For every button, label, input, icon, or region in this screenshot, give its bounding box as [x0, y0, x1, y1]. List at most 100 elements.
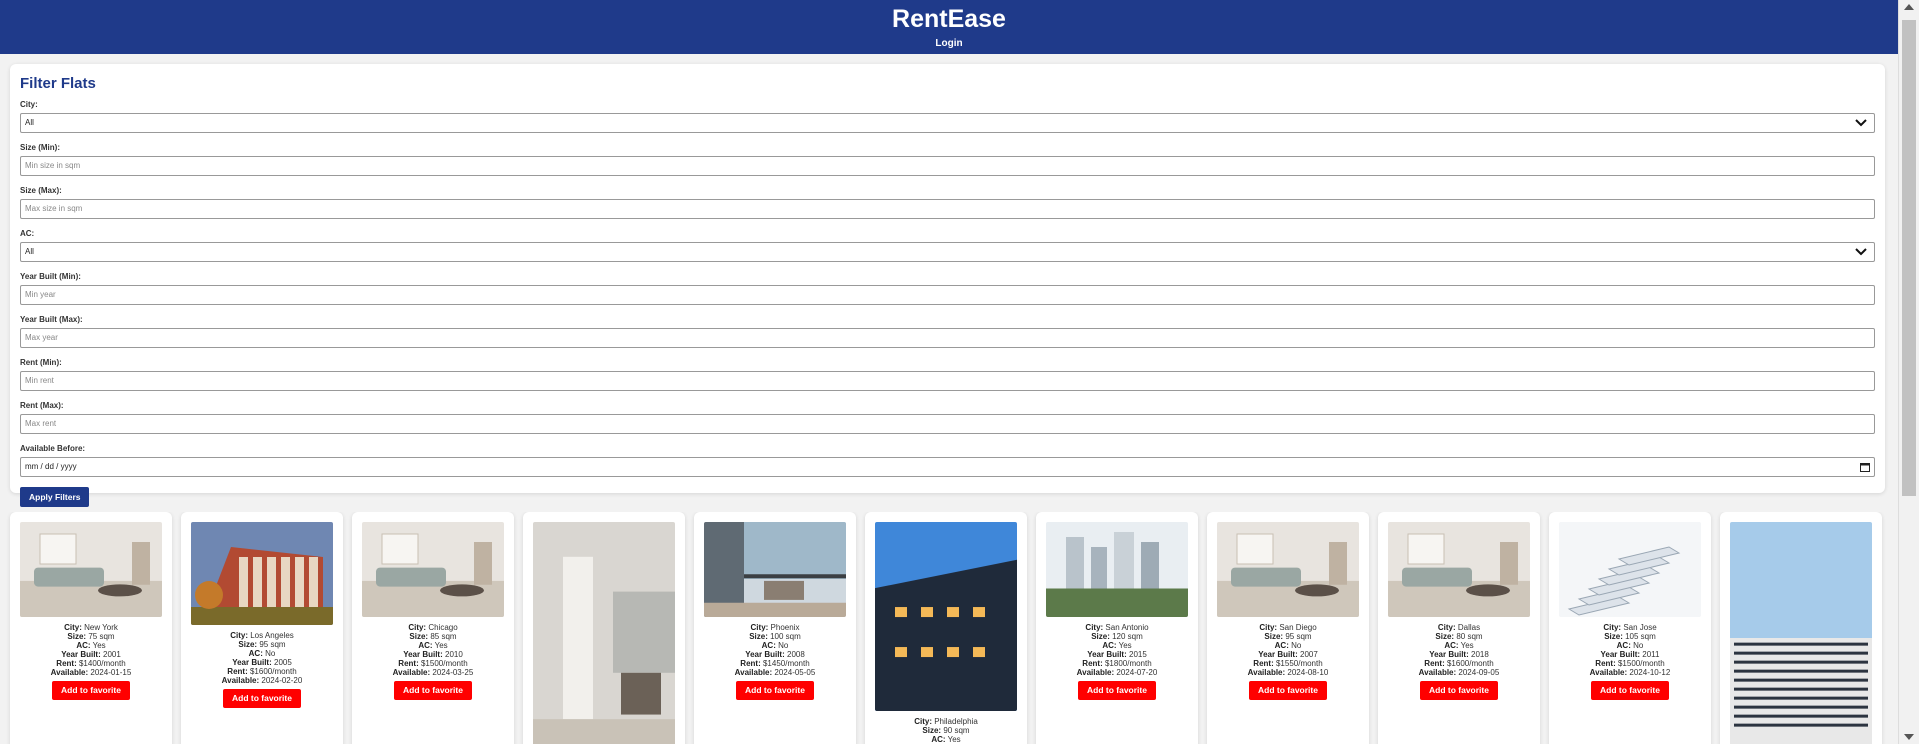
- scroll-thumb[interactable]: [1902, 20, 1916, 496]
- flat-card: [523, 512, 685, 744]
- flat-rent-row: Rent: $1600/month: [181, 667, 343, 676]
- flat-ac-row: AC: Yes: [1036, 641, 1198, 650]
- flat-city-row: City: Dallas: [1378, 623, 1540, 632]
- flat-size-value: 80 sqm: [1454, 632, 1483, 641]
- flat-size-value: 95 sqm: [257, 640, 286, 649]
- city-label: City:: [20, 100, 38, 109]
- flat-available-label: Available:: [221, 676, 260, 685]
- flat-size-row: Size: 75 sqm: [10, 632, 172, 641]
- city-select[interactable]: All: [20, 113, 1875, 133]
- flat-city-label: City:: [64, 623, 82, 632]
- flat-available-label: Available:: [1418, 668, 1457, 677]
- flat-city-row: City: Philadelphia: [865, 717, 1027, 726]
- flat-rent-label: Rent:: [1595, 659, 1616, 668]
- flat-available-value: 2024-03-25: [430, 668, 474, 677]
- flat-year-value: 2007: [1297, 650, 1318, 659]
- flat-photo: [533, 522, 675, 744]
- scroll-down-arrow-icon[interactable]: [1904, 734, 1914, 740]
- flat-size-label: Size:: [409, 632, 429, 641]
- flat-size-value: 120 sqm: [1109, 632, 1143, 641]
- calendar-icon[interactable]: [1860, 462, 1870, 472]
- flat-photo: [1388, 522, 1530, 617]
- rent-min-input[interactable]: Min rent: [20, 371, 1875, 391]
- flat-available-value: 2024-07-20: [1114, 668, 1158, 677]
- add-to-favorite-button[interactable]: Add to favorite: [52, 681, 130, 700]
- flat-available-label: Available:: [1247, 668, 1286, 677]
- flat-rent-value: $1500/month: [1615, 659, 1665, 668]
- flat-photo: [1559, 522, 1701, 617]
- size-min-label: Size (Min):: [20, 143, 60, 152]
- flat-rent-row: Rent: $1550/month: [1207, 659, 1369, 668]
- flat-ac-label: AC:: [761, 641, 776, 650]
- chevron-down-icon: [1855, 119, 1867, 127]
- year-max-label: Year Built (Max):: [20, 315, 83, 324]
- flat-ac-value: Yes: [1458, 641, 1474, 650]
- flat-ac-row: AC: No: [1549, 641, 1711, 650]
- flat-city-label: City:: [1437, 623, 1456, 632]
- flat-rent-label: Rent:: [227, 667, 248, 676]
- flat-ac-label: AC:: [418, 641, 433, 650]
- flat-size-row: Size: 100 sqm: [694, 632, 856, 641]
- flat-available-row: Available: 2024-10-12: [1549, 668, 1711, 677]
- flat-size-row: Size: 120 sqm: [1036, 632, 1198, 641]
- flat-available-label: Available:: [1076, 668, 1115, 677]
- add-to-favorite-button[interactable]: Add to favorite: [223, 689, 301, 708]
- flat-available-value: 2024-10-12: [1627, 668, 1671, 677]
- flat-rent-row: Rent: $1500/month: [1549, 659, 1711, 668]
- flat-city-row: City: San Diego: [1207, 623, 1369, 632]
- login-link[interactable]: Login: [935, 38, 962, 49]
- flat-photo: [1217, 522, 1359, 617]
- flat-available-row: Available: 2024-02-20: [181, 676, 343, 685]
- flat-ac-value: Yes: [1116, 641, 1132, 650]
- ac-select[interactable]: All: [20, 242, 1875, 262]
- flat-size-value: 75 sqm: [86, 632, 115, 641]
- page-scrollbar[interactable]: [1898, 0, 1919, 744]
- flat-year-label: Year Built:: [61, 650, 101, 659]
- flat-size-row: Size: 105 sqm: [1549, 632, 1711, 641]
- flat-available-value: 2024-02-20: [259, 676, 303, 685]
- apply-filters-button[interactable]: Apply Filters: [20, 487, 90, 507]
- year-min-input[interactable]: Min year: [20, 285, 1875, 305]
- year-max-input[interactable]: Max year: [20, 328, 1875, 348]
- flat-city-label: City:: [914, 717, 932, 726]
- add-to-favorite-button[interactable]: Add to favorite: [1078, 681, 1156, 700]
- scroll-up-arrow-icon[interactable]: [1904, 4, 1914, 10]
- size-max-input[interactable]: Max size in sqm: [20, 199, 1875, 219]
- filter-panel: Filter Flats City: All Size (Min): Min s…: [10, 64, 1885, 507]
- available-before-input[interactable]: mm / dd / yyyy: [20, 457, 1875, 477]
- flat-rent-label: Rent:: [398, 659, 419, 668]
- flat-city-value: Chicago: [426, 623, 458, 632]
- flat-card: City: Los Angeles Size: 95 sqm AC: No Year …: [181, 512, 343, 744]
- rent-max-input[interactable]: Max rent: [20, 414, 1875, 434]
- flat-rent-label: Rent:: [1253, 659, 1274, 668]
- flat-city-label: City:: [1085, 623, 1104, 632]
- flat-city-row: City: Phoenix: [694, 623, 856, 632]
- site-header: RentEase Login: [0, 0, 1898, 54]
- flat-rent-value: $1600/month: [1444, 659, 1494, 668]
- flat-city-value: San Jose: [1621, 623, 1657, 632]
- flat-rent-label: Rent:: [740, 659, 761, 668]
- flat-year-row: Year Built: 2008: [694, 650, 856, 659]
- flat-available-label: Available:: [50, 668, 89, 677]
- flat-details: City: Phoenix Size: 100 sqm AC: No Year Bui…: [694, 623, 856, 700]
- add-to-favorite-button[interactable]: Add to favorite: [394, 681, 472, 700]
- flat-city-value: Dallas: [1455, 623, 1481, 632]
- add-to-favorite-button[interactable]: Add to favorite: [736, 681, 814, 700]
- flat-size-label: Size:: [1604, 632, 1623, 641]
- flat-year-row: Year Built: 2007: [1207, 650, 1369, 659]
- flat-year-label: Year Built:: [403, 650, 443, 659]
- flat-details: City: Dallas Size: 80 sqm AC: Yes Year Buil…: [1378, 623, 1540, 700]
- add-to-favorite-button[interactable]: Add to favorite: [1249, 681, 1327, 700]
- flat-size-value: 85 sqm: [428, 632, 457, 641]
- add-to-favorite-button[interactable]: Add to favorite: [1591, 681, 1669, 700]
- flat-size-label: Size:: [1435, 632, 1455, 641]
- flat-details: City: Philadelphia Size: 90 sqm AC: Yes: [865, 717, 1027, 744]
- flat-rent-row: Rent: $1600/month: [1378, 659, 1540, 668]
- size-min-input[interactable]: Min size in sqm: [20, 156, 1875, 176]
- flat-photo: [191, 522, 333, 625]
- flat-year-value: 2010: [442, 650, 463, 659]
- add-to-favorite-button[interactable]: Add to favorite: [1420, 681, 1498, 700]
- flat-available-value: 2024-08-10: [1285, 668, 1329, 677]
- flat-city-label: City:: [230, 631, 248, 640]
- flat-ac-row: AC: Yes: [352, 641, 514, 650]
